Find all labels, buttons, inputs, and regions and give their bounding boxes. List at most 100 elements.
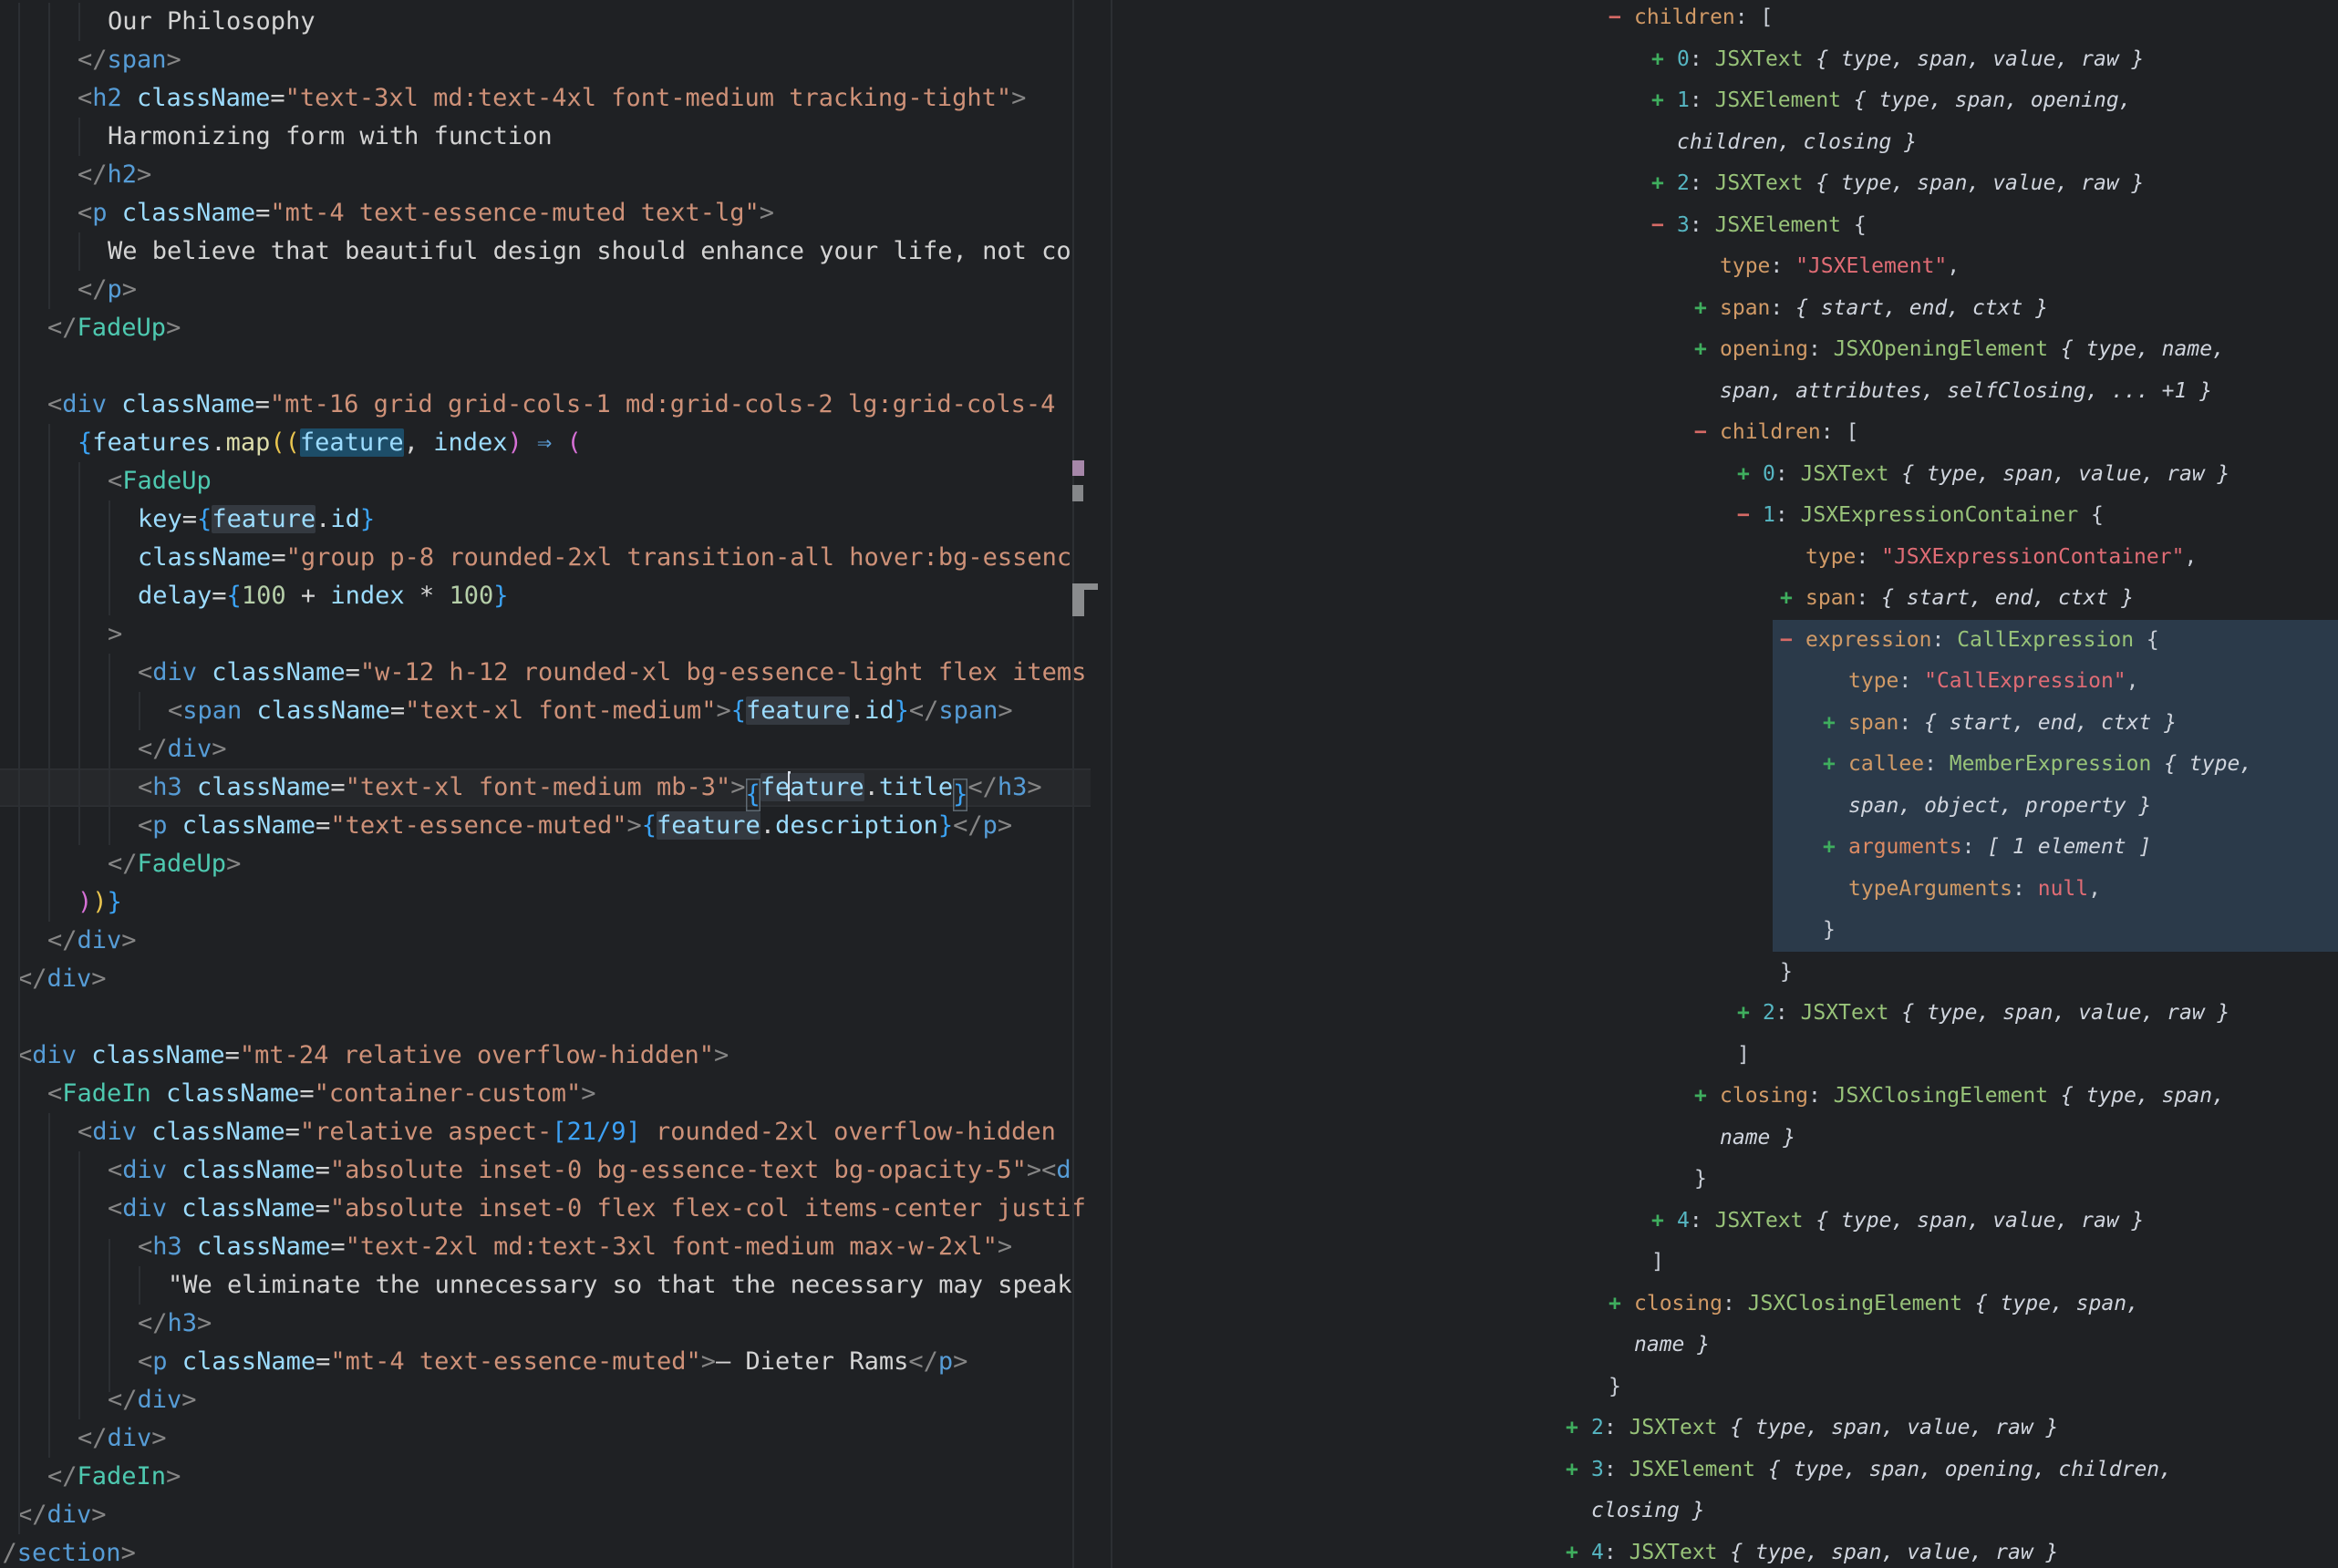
code-line[interactable]: className="group p-8 rounded-2xl transit… <box>0 539 1091 577</box>
collapse-toggle-icon[interactable]: − <box>1780 620 1793 662</box>
expand-toggle-icon[interactable]: + <box>1823 703 1836 745</box>
tree-node-line[interactable]: −3: JSXElement { <box>1112 205 2338 247</box>
code-line[interactable]: </div> <box>0 1419 1091 1458</box>
tree-wrap-line[interactable]: name } <box>1112 1325 2338 1367</box>
tree-node-line[interactable]: +closing: JSXClosingElement { type, span… <box>1112 1284 2338 1326</box>
expand-toggle-icon[interactable]: + <box>1694 1076 1707 1118</box>
expand-toggle-icon[interactable]: + <box>1651 1201 1664 1243</box>
tree-node-line[interactable]: } <box>1112 910 2338 952</box>
expand-toggle-icon[interactable]: + <box>1566 1532 1578 1568</box>
tree-node-line[interactable]: type: "JSXExpressionContainer", <box>1112 537 2338 579</box>
tree-node-line[interactable]: +4: JSXText { type, span, value, raw } <box>1112 1532 2338 1568</box>
expand-toggle-icon[interactable]: + <box>1823 744 1836 786</box>
tree-node-line[interactable]: typeArguments: null, <box>1112 869 2338 911</box>
expand-toggle-icon[interactable]: + <box>1651 39 1664 81</box>
tree-node-line[interactable]: −children: [ <box>1112 0 2338 39</box>
code-line[interactable]: </h3> <box>0 1305 1091 1343</box>
tree-node-line[interactable]: +span: { start, end, ctxt } <box>1112 578 2338 620</box>
tree-wrap-line[interactable]: span, object, property } <box>1112 786 2338 828</box>
code-line[interactable]: > <box>0 615 1091 654</box>
collapse-toggle-icon[interactable]: − <box>1609 0 1621 39</box>
tree-node-line[interactable]: −children: [ <box>1112 412 2338 454</box>
code-line[interactable]: </div> <box>0 1496 1091 1534</box>
tree-node-line[interactable]: } <box>1112 1367 2338 1408</box>
tree-node-line[interactable]: +callee: MemberExpression { type, <box>1112 744 2338 786</box>
code-line[interactable]: </FadeUp> <box>0 309 1091 347</box>
code-line[interactable]: /section> <box>0 1534 1091 1568</box>
code-line[interactable] <box>0 998 1091 1037</box>
code-line[interactable]: </div> <box>0 730 1091 769</box>
ast-tree-panel[interactable]: −children: [+0: JSXText { type, span, va… <box>1112 0 2338 1568</box>
expand-toggle-icon[interactable]: + <box>1694 329 1707 371</box>
tree-node-line[interactable]: ] <box>1112 1242 2338 1284</box>
collapse-toggle-icon[interactable]: − <box>1651 205 1664 247</box>
code-editor-pane[interactable]: Our Philosophy</span><h2 className="text… <box>0 0 1112 1568</box>
code-line[interactable]: <p className="mt-4 text-essence-muted te… <box>0 194 1091 232</box>
code-line[interactable]: <FadeIn className="container-custom"> <box>0 1075 1091 1113</box>
code-line[interactable]: </div> <box>0 922 1091 960</box>
code-line[interactable]: "We eliminate the unnecessary so that th… <box>0 1266 1091 1305</box>
tree-node-line[interactable]: +opening: JSXOpeningElement { type, name… <box>1112 329 2338 371</box>
tree-node-line[interactable]: −expression: CallExpression { <box>1112 620 2338 662</box>
code-line[interactable]: ))} <box>0 883 1091 922</box>
code-line[interactable]: Harmonizing form with function <box>0 118 1091 156</box>
tree-wrap-line[interactable]: children, closing } <box>1112 122 2338 164</box>
tree-node-line[interactable]: +2: JSXText { type, span, value, raw } <box>1112 993 2338 1035</box>
tree-node-line[interactable]: +span: { start, end, ctxt } <box>1112 288 2338 330</box>
tree-node-line[interactable]: +0: JSXText { type, span, value, raw } <box>1112 454 2338 496</box>
tree-node-line[interactable]: +2: JSXText { type, span, value, raw } <box>1112 1408 2338 1449</box>
tree-node-line[interactable]: +2: JSXText { type, span, value, raw } <box>1112 163 2338 205</box>
expand-toggle-icon[interactable]: + <box>1694 288 1707 330</box>
tree-node-line[interactable]: type: "JSXElement", <box>1112 246 2338 288</box>
expand-toggle-icon[interactable]: + <box>1651 163 1664 205</box>
collapse-toggle-icon[interactable]: − <box>1694 412 1707 454</box>
tree-node-line[interactable]: type: "CallExpression", <box>1112 661 2338 703</box>
code-line[interactable]: key={feature.id} <box>0 500 1091 539</box>
expand-toggle-icon[interactable]: + <box>1651 80 1664 122</box>
code-line[interactable]: <div className="mt-16 grid grid-cols-1 m… <box>0 386 1091 424</box>
code-line[interactable]: <div className="w-12 h-12 rounded-xl bg-… <box>0 654 1091 692</box>
code-line[interactable]: <div className="mt-24 relative overflow-… <box>0 1037 1091 1075</box>
code-line[interactable]: </FadeUp> <box>0 845 1091 883</box>
code-line[interactable]: <span className="text-xl font-medium">{f… <box>0 692 1091 730</box>
tree-node-line[interactable]: +4: JSXText { type, span, value, raw } <box>1112 1201 2338 1243</box>
code-line[interactable]: <p className="text-essence-muted">{featu… <box>0 807 1091 845</box>
code-line[interactable]: <p className="mt-4 text-essence-muted">—… <box>0 1343 1091 1381</box>
tree-wrap-line[interactable]: name } <box>1112 1118 2338 1160</box>
code-line[interactable]: </p> <box>0 271 1091 309</box>
code-line[interactable]: Our Philosophy <box>0 3 1091 41</box>
code-line[interactable]: </h2> <box>0 156 1091 194</box>
expand-toggle-icon[interactable]: + <box>1566 1408 1578 1449</box>
expand-toggle-icon[interactable]: + <box>1737 454 1750 496</box>
expand-toggle-icon[interactable]: + <box>1737 993 1750 1035</box>
code-line[interactable]: delay={100 + index * 100} <box>0 577 1091 615</box>
tree-node-line[interactable]: } <box>1112 1159 2338 1201</box>
expand-toggle-icon[interactable]: + <box>1780 578 1793 620</box>
code-line[interactable]: <div className="relative aspect-[21/9] r… <box>0 1113 1091 1151</box>
tree-node-line[interactable]: +0: JSXText { type, span, value, raw } <box>1112 39 2338 81</box>
code-line[interactable]: </div> <box>0 960 1091 998</box>
tree-node-line[interactable]: +3: JSXElement { type, span, opening, ch… <box>1112 1449 2338 1491</box>
tree-node-line[interactable]: +closing: JSXClosingElement { type, span… <box>1112 1076 2338 1118</box>
expand-toggle-icon[interactable]: + <box>1823 827 1836 869</box>
code-line[interactable]: </FadeIn> <box>0 1458 1091 1496</box>
code-line[interactable]: </div> <box>0 1381 1091 1419</box>
collapse-toggle-icon[interactable]: − <box>1737 495 1750 537</box>
tree-node-line[interactable]: ] <box>1112 1035 2338 1077</box>
code-line[interactable] <box>0 347 1091 386</box>
tree-node-line[interactable]: +1: JSXElement { type, span, opening, <box>1112 80 2338 122</box>
tree-node-line[interactable]: +span: { start, end, ctxt } <box>1112 703 2338 745</box>
expand-toggle-icon[interactable]: + <box>1566 1449 1578 1491</box>
code-line[interactable]: <div className="absolute inset-0 flex fl… <box>0 1190 1091 1228</box>
code-line[interactable]: <FadeUp <box>0 462 1091 500</box>
tree-wrap-line[interactable]: span, attributes, selfClosing, ... +1 } <box>1112 371 2338 413</box>
code-line-current[interactable]: <h3 className="text-xl font-medium mb-3"… <box>0 769 1091 807</box>
code-line[interactable]: {features.map((feature, index) ⇒ ( <box>0 424 1091 462</box>
tree-node-line[interactable]: +arguments: [ 1 element ] <box>1112 827 2338 869</box>
tree-node-line[interactable]: } <box>1112 952 2338 994</box>
tree-node-line[interactable]: −1: JSXExpressionContainer { <box>1112 495 2338 537</box>
code-line[interactable]: <h3 className="text-2xl md:text-3xl font… <box>0 1228 1091 1266</box>
code-line[interactable]: <div className="absolute inset-0 bg-esse… <box>0 1151 1091 1190</box>
code-line[interactable]: We believe that beautiful design should … <box>0 232 1091 271</box>
expand-toggle-icon[interactable]: + <box>1609 1284 1621 1326</box>
